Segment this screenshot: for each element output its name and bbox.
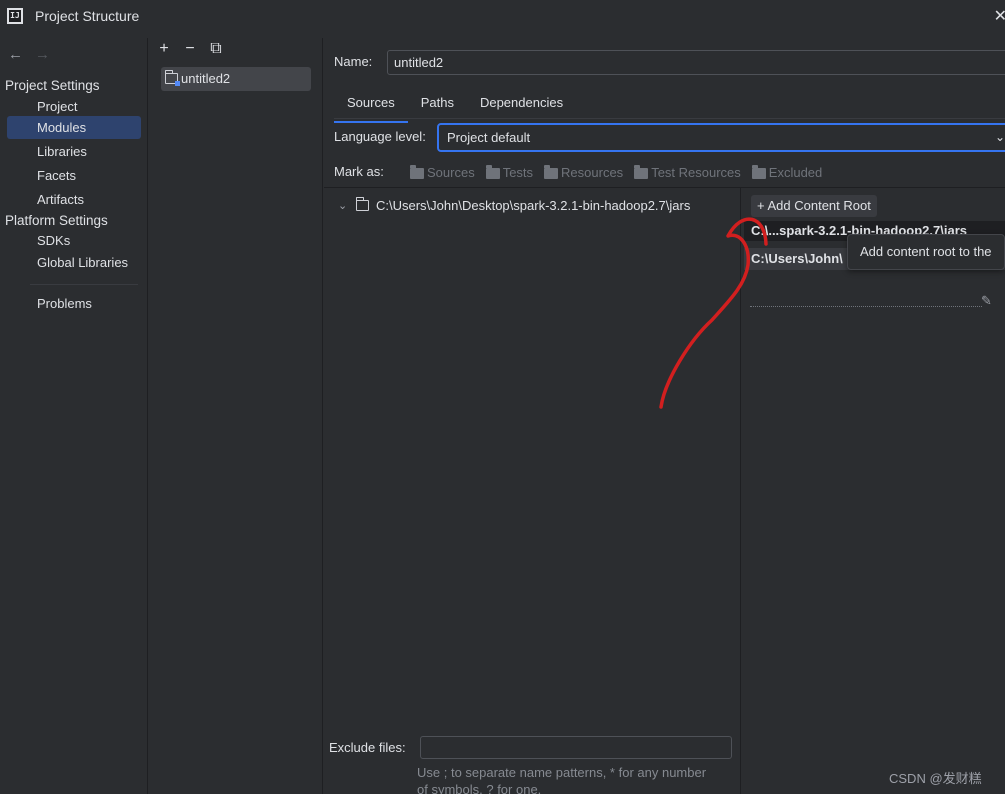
tree-root-label: C:\Users\John\Desktop\spark-3.2.1-bin-ha… [376, 198, 691, 213]
add-icon[interactable]: + [155, 40, 173, 58]
chevron-down-icon[interactable]: ⌄ [338, 199, 352, 212]
module-item-label: untitled2 [181, 71, 231, 86]
nav-arrows: ← → [8, 46, 62, 63]
sidebar-item-modules[interactable]: Modules [7, 116, 141, 139]
module-folder-icon [164, 70, 180, 86]
project-structure-window: IJ Project Structure ✕ ← → Project Settin… [0, 0, 1005, 794]
language-level-label: Language level: [334, 129, 426, 144]
platform-settings-header: Platform Settings [5, 213, 108, 228]
mark-resources-button[interactable]: Resources [544, 164, 624, 180]
chevron-down-icon: ⌄ [994, 130, 1005, 144]
sidebar-item-problems[interactable]: Problems [7, 292, 141, 315]
resources-folder-icon [544, 164, 559, 179]
folder-icon [355, 197, 369, 211]
sidebar-item-artifacts[interactable]: Artifacts [7, 188, 141, 211]
tests-folder-icon [485, 164, 500, 179]
sidebar-item-project[interactable]: Project [7, 95, 141, 118]
edit-pencil-icon[interactable]: ✎ [981, 293, 992, 309]
sidebar-item-global-libraries[interactable]: Global Libraries [7, 251, 141, 274]
copy-icon[interactable]: ⧉ [207, 40, 225, 58]
exclude-files-hint: Use ; to separate name patterns, * for a… [417, 765, 707, 794]
intellij-logo-icon: IJ [7, 8, 23, 24]
language-level-value: Project default [447, 130, 531, 145]
window-title: Project Structure [35, 8, 140, 24]
mark-tests-button[interactable]: Tests [485, 164, 534, 180]
tab-paths[interactable]: Paths [408, 92, 467, 118]
sidebar-item-facets[interactable]: Facets [7, 164, 141, 187]
mark-resources-label: Resources [561, 165, 624, 180]
root-path-separator [750, 306, 982, 307]
split-divider[interactable] [740, 188, 741, 794]
sources-folder-icon [410, 164, 424, 179]
tab-sources[interactable]: Sources [334, 92, 408, 123]
exclude-files-label: Exclude files: [329, 740, 406, 755]
test-resources-folder-icon [634, 164, 649, 179]
language-level-select[interactable]: Project default ⌄ [437, 123, 1005, 152]
project-settings-header: Project Settings [5, 78, 100, 93]
mark-as-label: Mark as: [334, 164, 384, 179]
mark-test-resources-label: Test Resources [651, 165, 741, 180]
module-tabs: Sources Paths Dependencies [334, 92, 576, 123]
watermark: CSDN @发财糕 [889, 771, 982, 786]
exclude-files-input[interactable] [420, 736, 732, 759]
mark-sources-button[interactable]: Sources [410, 164, 475, 180]
module-name-input[interactable]: untitled2 [387, 50, 1005, 75]
add-content-root-tooltip: Add content root to the [847, 234, 1005, 270]
source-tree-root[interactable]: ⌄ C:\Users\John\Desktop\spark-3.2.1-bin-… [338, 197, 691, 213]
name-label: Name: [334, 54, 373, 69]
remove-icon[interactable]: − [181, 40, 199, 58]
sidebar-divider [30, 284, 138, 285]
toolbar-divider [324, 187, 1005, 188]
back-arrow-icon[interactable]: ← [8, 46, 23, 63]
mark-as-buttons: Sources Tests Resources Test Resources E… [410, 164, 823, 180]
forward-arrow-icon[interactable]: → [35, 46, 50, 63]
module-item-untitled2[interactable]: untitled2 [161, 67, 311, 91]
tab-dependencies[interactable]: Dependencies [467, 92, 576, 118]
excluded-folder-icon [751, 164, 766, 179]
tab-divider [334, 118, 1005, 119]
mark-excluded-button[interactable]: Excluded [751, 164, 823, 180]
sidebar-item-sdks[interactable]: SDKs [7, 229, 141, 252]
add-content-root-label: Add Content Root [767, 198, 871, 213]
mark-sources-label: Sources [427, 165, 475, 180]
close-icon[interactable]: ✕ [994, 6, 1005, 26]
add-content-root-button[interactable]: + Add Content Root [751, 195, 877, 217]
modules-list-pane: + − ⧉ untitled2 [149, 38, 323, 794]
title-bar: IJ Project Structure ✕ [0, 0, 1005, 34]
settings-sidebar: ← → Project Settings Project Modules Libr… [0, 38, 148, 794]
plus-icon: + [757, 198, 768, 213]
modules-toolbar: + − ⧉ [155, 40, 225, 58]
mark-excluded-label: Excluded [768, 165, 823, 180]
mark-tests-label: Tests [502, 165, 534, 180]
sidebar-item-libraries[interactable]: Libraries [7, 140, 141, 163]
module-settings-panel: Name: untitled2 Sources Paths Dependenci… [324, 38, 1005, 794]
mark-test-resources-button[interactable]: Test Resources [634, 164, 741, 180]
